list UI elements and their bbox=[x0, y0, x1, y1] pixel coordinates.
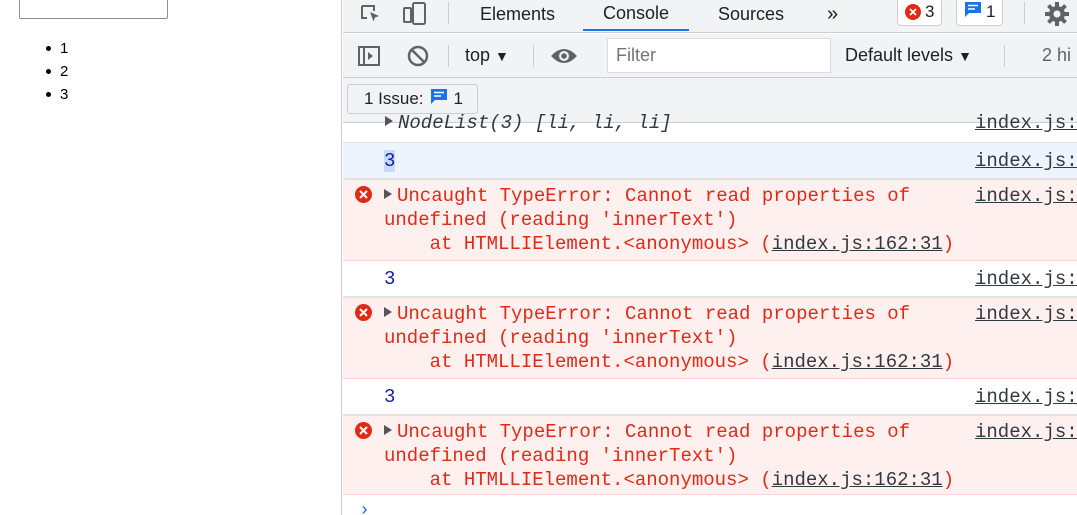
more-tabs-button[interactable]: » bbox=[827, 0, 838, 31]
toolbar-divider bbox=[448, 45, 449, 67]
hidden-messages-count: 2 hi bbox=[1042, 45, 1072, 65]
console-toolbar: top ▼ Default levels ▼ 2 hi bbox=[343, 34, 1077, 78]
message-icon bbox=[964, 1, 982, 23]
stack-source-link[interactable]: index.js:162:31 bbox=[772, 233, 943, 255]
stack-source-link[interactable]: index.js:162:31 bbox=[772, 469, 943, 491]
tab-sources[interactable]: Sources bbox=[718, 0, 784, 31]
error-stack-line: at HTMLLIElement.<anonymous> (index.js:1… bbox=[384, 469, 955, 491]
log-value: 3 bbox=[384, 386, 396, 408]
source-link[interactable]: index.js: bbox=[975, 150, 1077, 172]
error-line-2: undefined (reading 'innerText') bbox=[384, 327, 738, 349]
devtools-tab-bar: Elements Console Sources » 3 1 bbox=[343, 0, 1077, 33]
device-toolbar-icon[interactable] bbox=[401, 0, 429, 27]
tab-console[interactable]: Console bbox=[583, 0, 690, 31]
error-line-1: Uncaught TypeError: Cannot read properti… bbox=[384, 185, 910, 207]
context-selector[interactable]: top ▼ bbox=[465, 45, 509, 66]
console-message-nodelist[interactable]: NodeList(3) [li, li, li] index.js: bbox=[343, 107, 1077, 143]
page-list: 1 2 3 bbox=[44, 37, 68, 106]
error-line-1: Uncaught TypeError: Cannot read properti… bbox=[384, 303, 910, 325]
expand-arrow-icon[interactable] bbox=[384, 189, 392, 199]
source-link[interactable]: index.js: bbox=[975, 112, 1077, 134]
source-link[interactable]: index.js: bbox=[975, 386, 1077, 408]
dropdown-arrow-icon: ▼ bbox=[495, 47, 509, 64]
toolbar-divider bbox=[1024, 2, 1025, 24]
inspect-element-icon[interactable] bbox=[357, 0, 385, 27]
log-levels-dropdown[interactable]: Default levels ▼ bbox=[845, 45, 972, 66]
message-count: 1 bbox=[986, 1, 996, 21]
live-expression-eye-icon[interactable] bbox=[549, 42, 579, 69]
list-item[interactable]: 1 bbox=[44, 37, 68, 60]
list-item[interactable]: 3 bbox=[44, 83, 68, 106]
context-label: top bbox=[465, 45, 491, 65]
error-icon bbox=[355, 186, 372, 203]
message-count-badge[interactable]: 1 bbox=[956, 0, 1004, 26]
console-message-error[interactable]: Uncaught TypeError: Cannot read properti… bbox=[343, 179, 1077, 261]
source-link[interactable]: index.js: bbox=[975, 268, 1077, 290]
console-message-error[interactable]: Uncaught TypeError: Cannot read properti… bbox=[343, 297, 1077, 379]
tab-elements[interactable]: Elements bbox=[480, 0, 555, 31]
source-link[interactable]: index.js: bbox=[975, 185, 1077, 207]
clear-console-icon[interactable] bbox=[405, 42, 431, 69]
log-value: 3 bbox=[384, 268, 396, 290]
console-message-log[interactable]: 3 index.js: bbox=[343, 261, 1077, 297]
console-output: NodeList(3) [li, li, li] index.js: 3 ind… bbox=[343, 112, 1077, 515]
source-link[interactable]: index.js: bbox=[975, 303, 1077, 325]
nodelist-text: NodeList(3) [li, li, li] bbox=[385, 112, 672, 134]
issues-count: 1 bbox=[453, 89, 464, 108]
page-viewport: 1 2 3 bbox=[0, 0, 342, 515]
console-message-log[interactable]: 3 index.js: bbox=[343, 143, 1077, 179]
filter-input[interactable] bbox=[607, 38, 831, 73]
error-icon bbox=[355, 304, 372, 321]
issues-label: 1 Issue: bbox=[364, 89, 424, 108]
error-stack-line: at HTMLLIElement.<anonymous> (index.js:1… bbox=[384, 351, 955, 373]
stack-source-link[interactable]: index.js:162:31 bbox=[772, 351, 943, 373]
error-icon bbox=[355, 422, 372, 439]
error-line-2: undefined (reading 'innerText') bbox=[384, 445, 738, 467]
error-stack-line: at HTMLLIElement.<anonymous> (index.js:1… bbox=[384, 233, 955, 255]
error-count: 3 bbox=[925, 1, 935, 21]
console-message-log[interactable]: 3 index.js: bbox=[343, 379, 1077, 415]
console-message-error[interactable]: Uncaught TypeError: Cannot read properti… bbox=[343, 415, 1077, 495]
error-line-1: Uncaught TypeError: Cannot read properti… bbox=[384, 421, 910, 443]
toolbar-divider bbox=[1004, 45, 1005, 67]
devtools-panel: Elements Console Sources » 3 1 top ▼ Fil… bbox=[343, 0, 1077, 515]
log-levels-label: Default levels bbox=[845, 45, 954, 65]
page-text-input[interactable] bbox=[19, 0, 168, 19]
toolbar-divider bbox=[533, 45, 534, 67]
expand-arrow-icon[interactable] bbox=[384, 307, 392, 317]
expand-arrow-icon[interactable] bbox=[385, 116, 393, 126]
error-line-2: undefined (reading 'innerText') bbox=[384, 209, 738, 231]
expand-arrow-icon[interactable] bbox=[384, 425, 392, 435]
settings-gear-icon[interactable] bbox=[1043, 0, 1071, 27]
log-value: 3 bbox=[384, 150, 396, 172]
toolbar-divider bbox=[448, 2, 449, 24]
source-link[interactable]: index.js: bbox=[975, 421, 1077, 443]
console-prompt[interactable]: › bbox=[359, 501, 370, 515]
error-count-badge[interactable]: 3 bbox=[897, 0, 943, 26]
error-icon bbox=[905, 3, 921, 20]
dropdown-arrow-icon: ▼ bbox=[958, 47, 972, 64]
show-sidebar-icon[interactable] bbox=[356, 42, 382, 69]
list-item[interactable]: 2 bbox=[44, 60, 68, 83]
